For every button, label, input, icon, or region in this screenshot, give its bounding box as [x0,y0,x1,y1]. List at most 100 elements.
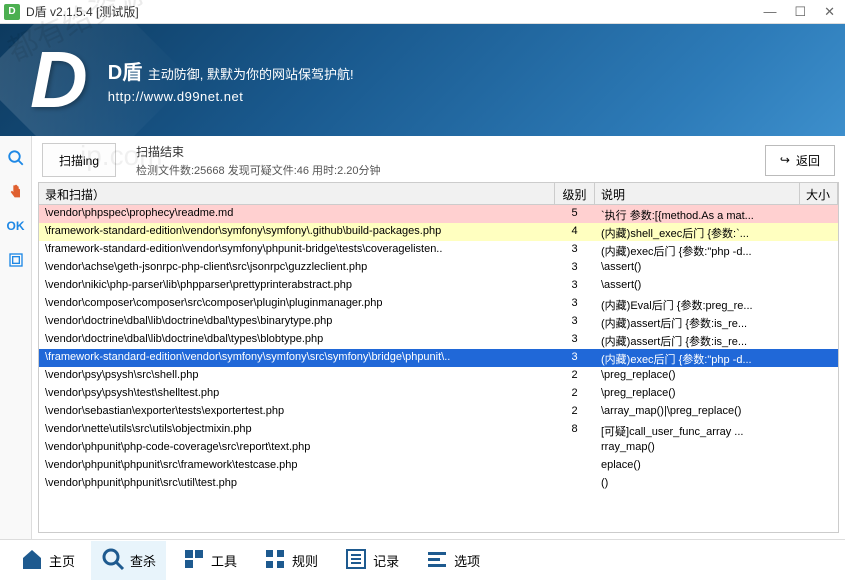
table-header: 录和扫描） 级别 说明 大小 [39,183,838,205]
scan-stats: 检测文件数:25668 发现可疑文件:46 用时:2.20分钟 [136,162,381,178]
cell-level: 3 [555,241,595,259]
window-title: D盾 v2.1.5.4 [测试版] [26,3,763,20]
cell-size [800,349,838,367]
table-row[interactable]: \vendor\doctrine\dbal\lib\doctrine\dbal\… [39,313,838,331]
cell-desc: (内藏)assert后门 {参数:is_re... [595,331,800,349]
cell-path: \vendor\phpunit\phpunit\src\framework\te… [39,457,555,475]
tab-tools[interactable]: 工具 [172,541,247,580]
bottom-tabs: 主页 查杀工具规则 记录选项 [0,539,845,581]
cell-level [555,457,595,475]
cell-path: \vendor\composer\composer\src\composer\p… [39,295,555,313]
cell-desc: (内藏)assert后门 {参数:is_re... [595,313,800,331]
cell-level: 2 [555,367,595,385]
tab-search[interactable]: 查杀 [91,541,166,580]
table-row[interactable]: \vendor\sebastian\exporter\tests\exporte… [39,403,838,421]
cell-path: \vendor\nette\utils\src\utils\objectmixi… [39,421,555,439]
cell-level: 4 [555,223,595,241]
cell-level: 2 [555,385,595,403]
cell-size [800,457,838,475]
scan-button[interactable]: 扫描ing [42,143,116,177]
cell-path: \framework-standard-edition\vendor\symfo… [39,349,555,367]
table-row[interactable]: \framework-standard-edition\vendor\symfo… [39,223,838,241]
cell-size [800,331,838,349]
table-row[interactable]: \vendor\psy\psysh\src\shell.php2\preg_re… [39,367,838,385]
cell-path: \vendor\doctrine\dbal\lib\doctrine\dbal\… [39,313,555,331]
cell-path: \vendor\phpunit\phpunit\src\util\test.ph… [39,475,555,493]
list-icon [344,547,368,574]
table-row[interactable]: \vendor\achse\geth-jsonrpc-php-client\sr… [39,259,838,277]
cell-desc: (内藏)exec后门 {参数:"php -d... [595,241,800,259]
cell-size [800,493,838,511]
rail-box-icon[interactable] [6,250,26,270]
scan-result-title: 扫描结束 [136,143,381,160]
cell-level [555,475,595,493]
table-row[interactable]: \vendor\doctrine\dbal\lib\doctrine\dbal\… [39,331,838,349]
cell-size [800,367,838,385]
cell-desc: \preg_replace() [595,367,800,385]
table-row[interactable]: \vendor\composer\composer\src\composer\p… [39,295,838,313]
cell-path: \framework-standard-edition\vendor\symfo… [39,241,555,259]
cell-level: 3 [555,349,595,367]
brand-url: http://www.d99net.net [108,89,354,104]
tab-list[interactable]: 记录 [334,541,409,580]
cell-level: 3 [555,277,595,295]
table-row[interactable]: \vendor\phpunit\phpunit\src\framework\te… [39,457,838,475]
cell-path: \vendor\phpspec\prophecy\readme.md [39,205,555,223]
back-arrow-icon: ↪ [780,153,790,167]
cell-size [800,313,838,331]
cell-size [800,259,838,277]
cell-desc: () [595,475,800,493]
cell-path: \framework-standard-edition\vendor\symfo… [39,223,555,241]
cell-level: 5 [555,205,595,223]
home-icon [20,547,44,574]
cell-level: 3 [555,331,595,349]
th-desc[interactable]: 说明 [595,183,800,204]
tab-home[interactable]: 主页 [10,541,85,580]
th-path[interactable]: 录和扫描） [39,183,555,204]
cell-desc: (内藏)Eval后门 {参数:preg_re... [595,295,800,313]
scan-bar: 扫描ing 扫描结束 检测文件数:25668 发现可疑文件:46 用时:2.20… [38,142,839,178]
cell-path: \vendor\achse\geth-jsonrpc-php-client\sr… [39,259,555,277]
tab-grid[interactable]: 规则 [253,541,328,580]
cell-size [800,475,838,493]
titlebar: D D盾 v2.1.5.4 [测试版] — ☐ ✕ [0,0,845,24]
cell-size [800,385,838,403]
cell-level: 8 [555,421,595,439]
table-row[interactable]: \vendor\phpunit\php-code-coverage\src\re… [39,439,838,457]
tools-icon [182,547,206,574]
cell-level: 3 [555,259,595,277]
cell-level [555,439,595,457]
tab-label: 记录 [373,551,399,570]
rail-hand-icon[interactable] [6,182,26,202]
cell-path: \vendor\doctrine\dbal\lib\doctrine\dbal\… [39,331,555,349]
cell-desc [595,493,800,511]
rail-ok-icon[interactable]: OK [6,216,26,236]
table-row[interactable]: \vendor\nikic\php-parser\lib\phpparser\p… [39,277,838,295]
rail-search-icon[interactable] [6,148,26,168]
back-button[interactable]: ↪ 返回 [765,145,835,176]
table-row[interactable] [39,493,838,511]
minimize-button[interactable]: — [763,4,776,20]
cell-path: \vendor\sebastian\exporter\tests\exporte… [39,403,555,421]
maximize-button[interactable]: ☐ [794,4,806,20]
table-row[interactable]: \vendor\nette\utils\src\utils\objectmixi… [39,421,838,439]
cell-path: \vendor\psy\psysh\src\shell.php [39,367,555,385]
tab-options[interactable]: 选项 [415,541,490,580]
table-row[interactable]: \vendor\phpspec\prophecy\readme.md5`执行 参… [39,205,838,223]
brand-tagline: 主动防御, 默默为你的网站保驾护航! [148,67,354,82]
th-size[interactable]: 大小 [800,183,838,204]
table-row[interactable]: \vendor\psy\psysh\test\shelltest.php2\pr… [39,385,838,403]
cell-size [800,439,838,457]
table-row[interactable]: \framework-standard-edition\vendor\symfo… [39,349,838,367]
th-level[interactable]: 级别 [555,183,595,204]
table-body: \vendor\phpspec\prophecy\readme.md5`执行 参… [39,205,838,532]
cell-size [800,205,838,223]
table-row[interactable]: \vendor\phpunit\phpunit\src\util\test.ph… [39,475,838,493]
tab-label: 查杀 [130,551,156,570]
cell-desc: eplace() [595,457,800,475]
banner: D D盾 主动防御, 默默为你的网站保驾护航! http://www.d99ne… [0,24,845,136]
close-button[interactable]: ✕ [824,4,835,20]
search-icon [101,547,125,574]
table-row[interactable]: \framework-standard-edition\vendor\symfo… [39,241,838,259]
cell-desc: \assert() [595,277,800,295]
